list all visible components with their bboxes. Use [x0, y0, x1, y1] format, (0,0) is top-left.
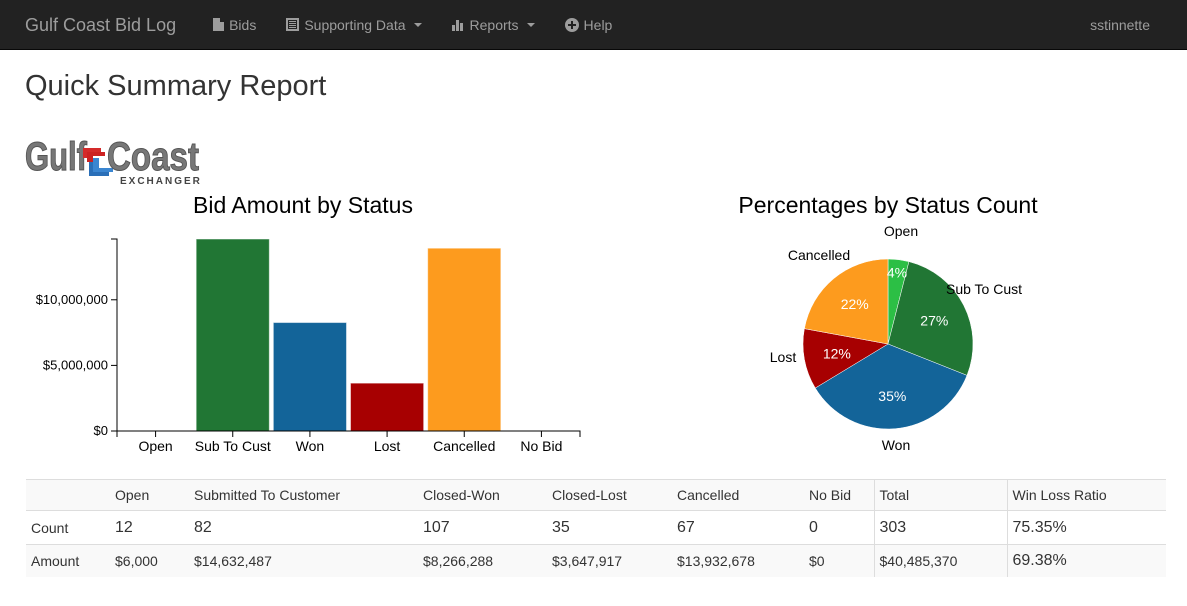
header-cell: [26, 479, 110, 511]
pie-pct-label-cancelled: 22%: [841, 296, 869, 312]
header-cell: Closed-Won: [418, 479, 547, 511]
amount-win-loss-ratio: 69.38%: [1006, 544, 1166, 577]
pie-chart: 4% Open 27% Sub To Cust 35% Won 12% Lost 22% Canc…: [770, 223, 1022, 453]
table-header-row: Open Submitted To Customer Closed-Won Cl…: [26, 479, 1166, 511]
bar-chart-title: Bid Amount by Status: [193, 192, 413, 218]
nav-reports-label: Reports: [469, 16, 519, 33]
y-tick-label: $0: [94, 423, 108, 438]
count-lost: 35: [547, 510, 672, 545]
row-label: Amount: [26, 544, 110, 577]
table-row-count: Count 12 82 107 35 67 0 303 75.35%: [26, 510, 1166, 545]
file-icon: [213, 18, 225, 31]
brand-link[interactable]: Gulf Coast Bid Log: [0, 0, 191, 50]
logo-text-coast: Coast: [107, 135, 199, 179]
pie-pct-label-sub-to-cust: 27%: [920, 312, 948, 328]
navbar: Gulf Coast Bid Log Bids Supporting Data …: [0, 0, 1187, 50]
header-cell: Cancelled: [672, 479, 804, 511]
nav-reports[interactable]: Reports: [437, 0, 550, 50]
header-cell: Total: [873, 479, 1007, 511]
pie-pct-label-won: 35%: [878, 388, 906, 404]
pie-label-lost: Lost: [770, 349, 797, 365]
header-cell: No Bid: [804, 479, 874, 511]
y-tick-label: $5,000,000: [43, 357, 108, 372]
nav-supporting-data-label: Supporting Data: [304, 16, 406, 33]
count-won: 107: [418, 510, 547, 545]
x-tick-label: Cancelled: [433, 438, 495, 454]
amount-total: $40,485,370: [873, 544, 1007, 577]
count-total: 303: [873, 510, 1007, 545]
bar-won[interactable]: [272, 322, 348, 432]
pie-pct-label-open: 4%: [887, 265, 907, 281]
amount-no-bid: $0: [804, 544, 874, 577]
count-submitted: 82: [189, 510, 418, 545]
amount-lost: $3,647,917: [547, 544, 672, 577]
amount-submitted: $14,632,487: [189, 544, 418, 577]
pie-label-cancelled: Cancelled: [788, 247, 850, 263]
logo-text-exchanger: EXCHANGER: [120, 176, 200, 186]
bar-cancelled[interactable]: [427, 247, 502, 432]
count-open: 12: [110, 510, 189, 545]
bar-sub-to-cust[interactable]: [195, 238, 270, 432]
y-tick-label: $10,000,000: [36, 292, 108, 307]
page-title: Quick Summary Report: [25, 70, 327, 102]
header-cell: Open: [110, 479, 189, 511]
amount-won: $8,266,288: [418, 544, 547, 577]
caret-down-icon: [413, 22, 422, 27]
amount-cancelled: $13,932,678: [672, 544, 804, 577]
pie-pct-label-lost: 12%: [823, 345, 851, 361]
header-cell: Closed-Lost: [547, 479, 672, 511]
nav-help[interactable]: Help: [550, 0, 628, 50]
x-tick-label: Won: [296, 438, 325, 454]
count-no-bid: 0: [804, 510, 874, 545]
pie-label-won: Won: [882, 437, 911, 453]
x-tick-label: Open: [138, 438, 172, 454]
header-cell: Win Loss Ratio: [1006, 479, 1166, 511]
summary-table: Open Submitted To Customer Closed-Won Cl…: [26, 479, 1166, 577]
logo-text-gulf: Gulf: [25, 135, 88, 179]
caret-down-icon: [526, 22, 535, 27]
x-tick-label: Sub To Cust: [195, 438, 271, 454]
plus-circle-icon: [564, 17, 579, 32]
bar-chart: $0 $5,000,000 $10,000,000 Open Sub To Cust Wo…: [36, 238, 581, 454]
gulf-coast-exchanger-logo: Gulf Coast EXCHANGER: [25, 135, 200, 187]
pie-chart-title: Percentages by Status Count: [738, 192, 1038, 218]
list-alt-icon: [286, 18, 300, 31]
x-tick-label: No Bid: [520, 438, 562, 454]
pie-label-sub-to-cust: Sub To Cust: [946, 281, 1022, 297]
bar-chart-icon: [451, 20, 463, 31]
bar-lost[interactable]: [350, 382, 425, 432]
nav-bids-label: Bids: [229, 16, 257, 33]
x-tick-label: Lost: [374, 438, 401, 454]
nav-bids[interactable]: Bids: [198, 0, 271, 50]
row-label: Count: [26, 510, 110, 545]
x-axis: [116, 430, 581, 437]
header-cell: Submitted To Customer: [189, 479, 418, 511]
count-win-loss-ratio: 75.35%: [1006, 510, 1166, 545]
pie-label-open: Open: [884, 223, 918, 239]
nav-supporting-data[interactable]: Supporting Data: [271, 0, 436, 50]
amount-open: $6,000: [110, 544, 189, 577]
y-axis: [111, 238, 118, 432]
nav-help-label: Help: [583, 16, 613, 33]
user-menu[interactable]: sstinnette: [1090, 0, 1150, 50]
table-row-amount: Amount $6,000 $14,632,487 $8,266,288 $3,…: [26, 544, 1166, 577]
count-cancelled: 67: [672, 510, 804, 545]
